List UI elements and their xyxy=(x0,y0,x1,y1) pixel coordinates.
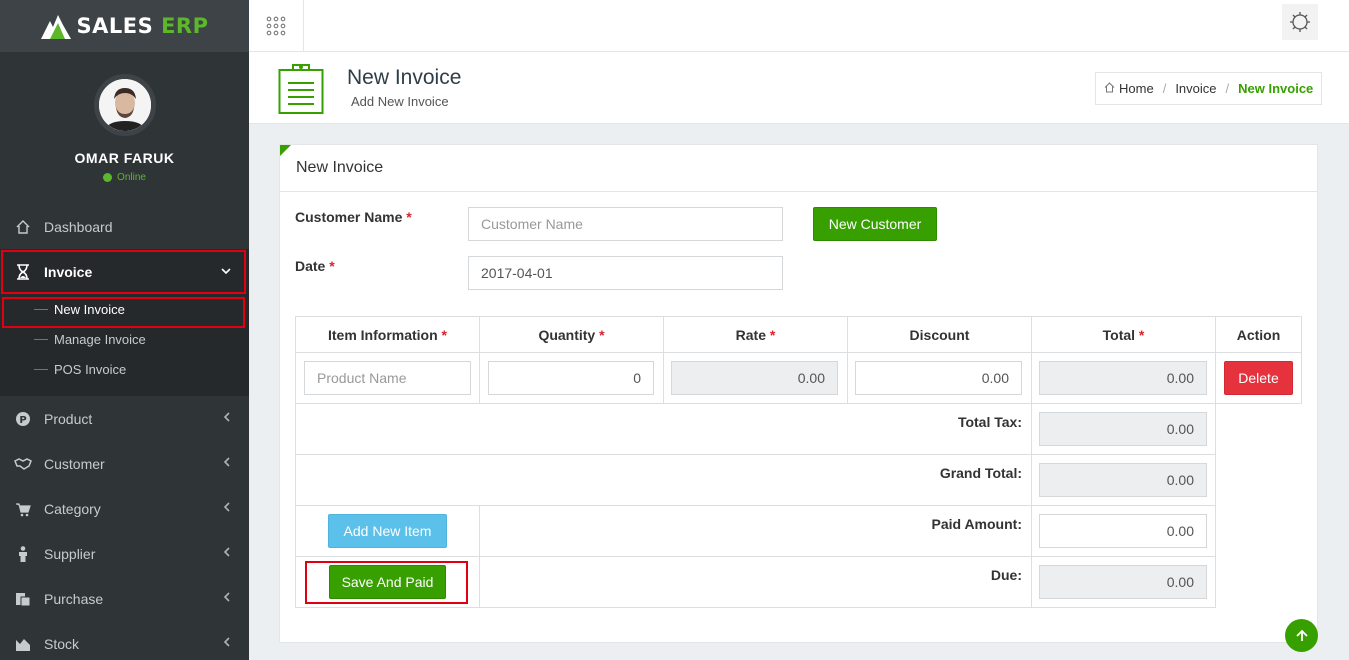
due-input: 0.00 xyxy=(1039,565,1207,599)
quantity-input[interactable]: 0 xyxy=(488,361,654,395)
user-profile: OMAR FARUK Online xyxy=(0,52,249,210)
customer-name-input[interactable]: Customer Name xyxy=(468,207,783,241)
sidebar-item-stock[interactable]: Stock xyxy=(0,621,249,660)
scroll-to-top-button[interactable] xyxy=(1285,619,1318,652)
page-header: New Invoice Add New Invoice Home / Invoi… xyxy=(249,52,1349,124)
sidebar-item-label: Dashboard xyxy=(44,218,113,235)
grand-total-label: Grand Total: xyxy=(939,465,1022,481)
sidebar-item-category[interactable]: Category xyxy=(0,486,249,531)
sidebar-item-label: Category xyxy=(44,500,101,517)
paid-amount-label: Paid Amount: xyxy=(931,516,1022,532)
chevron-left-icon xyxy=(223,501,231,515)
sidebar-item-label: Customer xyxy=(44,455,105,472)
sidebar-item-label: Product xyxy=(44,410,93,427)
page-subtitle: Add New Invoice xyxy=(351,94,449,109)
avatar[interactable] xyxy=(93,74,156,136)
sidebar-item-dashboard[interactable]: Dashboard xyxy=(0,204,249,249)
purchase-icon xyxy=(14,590,32,608)
sidebar-subitem-new-invoice[interactable]: New Invoice xyxy=(0,294,249,324)
total-tax-label: Total Tax: xyxy=(957,414,1022,430)
chevron-left-icon xyxy=(223,411,231,425)
add-new-item-button[interactable]: Add New Item xyxy=(328,514,447,548)
paid-amount-input[interactable]: 0.00 xyxy=(1039,514,1207,548)
chevron-left-icon xyxy=(223,456,231,470)
product-icon: P xyxy=(14,410,32,428)
due-label: Due: xyxy=(990,567,1022,583)
user-name: OMAR FARUK xyxy=(74,150,175,166)
top-bar xyxy=(249,0,1349,52)
breadcrumb-home[interactable]: Home xyxy=(1119,81,1154,96)
discount-input[interactable]: 0.00 xyxy=(855,361,1022,395)
hourglass-icon xyxy=(14,263,32,281)
home-icon xyxy=(1104,81,1115,96)
apps-grid-icon xyxy=(266,16,286,36)
apps-grid-button[interactable] xyxy=(249,0,304,52)
sidebar: SALES ERP OMAR FARUK Online Dashboard In… xyxy=(0,0,249,660)
page-title: New Invoice xyxy=(347,66,462,89)
chevron-left-icon xyxy=(223,591,231,605)
sidebar-item-label: Stock xyxy=(44,635,80,652)
grand-total-input: 0.00 xyxy=(1039,463,1207,497)
home-icon xyxy=(14,218,32,236)
chart-icon xyxy=(14,635,32,653)
th-rate: Rate * xyxy=(663,316,848,353)
breadcrumb: Home / Invoice / New Invoice xyxy=(1095,72,1323,105)
th-discount: Discount xyxy=(847,316,1032,353)
sidebar-item-label: Purchase xyxy=(44,590,104,607)
brand-name: SALES xyxy=(76,14,154,38)
chevron-left-icon xyxy=(223,546,231,560)
th-item-information: Item Information * xyxy=(295,316,480,353)
brand-logo[interactable]: SALES ERP xyxy=(0,0,249,52)
cart-icon xyxy=(14,500,32,518)
arrow-up-icon xyxy=(1295,629,1308,641)
th-quantity: Quantity * xyxy=(479,316,664,353)
date-label: Date * xyxy=(295,258,335,274)
breadcrumb-current: New Invoice xyxy=(1238,81,1314,96)
date-input[interactable]: 2017-04-01 xyxy=(468,256,783,290)
person-icon xyxy=(14,545,32,563)
clipboard-icon xyxy=(278,63,324,118)
brand-suffix: ERP xyxy=(161,14,209,38)
invoice-submenu: New Invoice Manage Invoice POS Invoice xyxy=(0,294,249,396)
online-dot-icon xyxy=(103,173,113,182)
sidebar-item-invoice[interactable]: Invoice xyxy=(0,249,249,294)
sidebar-subitem-pos-invoice[interactable]: POS Invoice xyxy=(0,354,249,384)
svg-text:P: P xyxy=(19,415,26,426)
sidebar-item-label: Supplier xyxy=(44,545,96,562)
sidebar-item-purchase[interactable]: Purchase xyxy=(0,576,249,621)
panel-title: New Invoice xyxy=(280,145,1317,192)
product-name-input[interactable]: Product Name xyxy=(304,361,471,395)
total-tax-input: 0.00 xyxy=(1039,412,1207,446)
status-text: Online xyxy=(117,172,146,183)
customer-name-label: Customer Name * xyxy=(295,209,412,225)
total-input: 0.00 xyxy=(1039,361,1207,395)
sidebar-subitem-manage-invoice[interactable]: Manage Invoice xyxy=(0,324,249,354)
delete-button[interactable]: Delete xyxy=(1224,361,1293,395)
th-total: Total * xyxy=(1031,316,1216,353)
save-and-paid-button[interactable]: Save And Paid xyxy=(329,565,446,599)
settings-button[interactable] xyxy=(1282,4,1318,40)
chevron-left-icon xyxy=(223,636,231,650)
chevron-down-icon xyxy=(221,264,231,278)
new-customer-button[interactable]: New Customer xyxy=(813,207,937,241)
gear-icon xyxy=(1290,12,1310,32)
breadcrumb-invoice[interactable]: Invoice xyxy=(1175,81,1216,96)
sidebar-item-customer[interactable]: Customer xyxy=(0,441,249,486)
sidebar-item-supplier[interactable]: Supplier xyxy=(0,531,249,576)
user-status: Online xyxy=(0,172,249,183)
th-action: Action xyxy=(1215,316,1302,353)
sidebar-item-label: Invoice xyxy=(44,263,93,280)
sidebar-item-product[interactable]: P Product xyxy=(0,396,249,441)
rate-input: 0.00 xyxy=(671,361,838,395)
handshake-icon xyxy=(14,455,32,473)
logo-icon xyxy=(40,13,71,39)
